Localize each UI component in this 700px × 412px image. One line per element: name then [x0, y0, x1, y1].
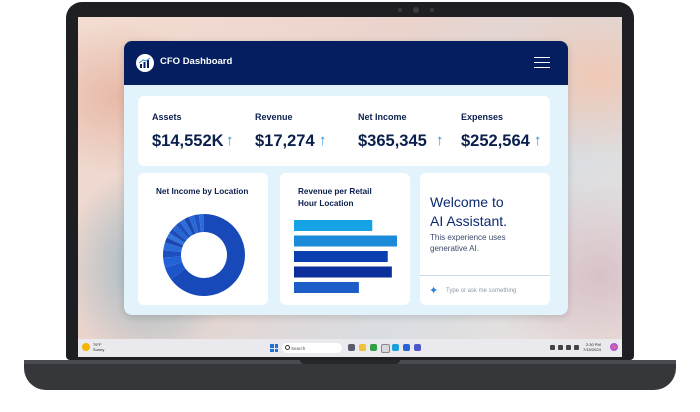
net-income-donut-chart: [163, 214, 245, 296]
edge-browser-icon[interactable]: [370, 344, 377, 351]
screen: CFO Dashboard Assets $14,552K ↑ Revenue …: [78, 17, 622, 357]
kpi-label: Assets: [152, 112, 182, 122]
kpi-value: $252,564: [461, 132, 530, 150]
ai-title-line: AI Assistant.: [430, 213, 508, 229]
kpi-expenses: Expenses $252,564 ↑: [447, 96, 550, 166]
revenue-panel: Revenue per Retail Hour Location: [280, 173, 410, 305]
revenue-bar: [294, 266, 392, 278]
donut-slice: [188, 215, 199, 234]
task-view-icon[interactable]: [348, 344, 355, 351]
kpi-card: Assets $14,552K ↑ Revenue $17,274 ↑ Net …: [138, 96, 550, 166]
hamburger-menu-icon[interactable]: [534, 57, 550, 69]
ai-prompt-placeholder: Type or ask me something: [446, 288, 517, 294]
donut-slice: [184, 216, 196, 235]
file-explorer-icon[interactable]: [359, 344, 366, 351]
kpi-net-income: Net Income $365,345 ↑: [344, 96, 447, 166]
sensor-dot: [398, 8, 402, 12]
kpi-value: $14,552K: [152, 132, 224, 150]
chevron-up-icon[interactable]: [550, 345, 555, 350]
laptop-hinge-notch: [300, 360, 400, 364]
donut-slice: [193, 214, 202, 233]
dashboard-header: CFO Dashboard: [124, 41, 568, 85]
net-income-panel: Net Income by Location: [138, 173, 268, 305]
trend-up-arrow-icon: ↑: [534, 132, 542, 149]
weather-sun-icon[interactable]: [82, 343, 90, 351]
revenue-bar: [294, 220, 373, 231]
donut-slice: [165, 237, 184, 249]
taskbar: 79°F Sunny Search 2:30 PM 7/15/2024: [78, 339, 622, 357]
kpi-revenue: Revenue $17,274 ↑: [241, 96, 344, 166]
trend-up-arrow-icon: ↑: [436, 132, 444, 149]
wifi-icon[interactable]: [558, 345, 563, 350]
kpi-value: $365,345: [358, 132, 427, 150]
outlook-icon[interactable]: [403, 344, 410, 351]
battery-icon[interactable]: [574, 345, 579, 350]
kpi-assets: Assets $14,552K ↑: [138, 96, 241, 166]
donut-slice: [163, 242, 183, 253]
kpi-value: $17,274: [255, 132, 315, 150]
taskbar-clock[interactable]: 2:30 PM 7/15/2024: [583, 342, 601, 352]
trend-up-arrow-icon: ↑: [319, 132, 327, 149]
clock-date: 7/15/2024: [583, 347, 601, 352]
trend-up-arrow-icon: ↑: [226, 132, 234, 149]
kpi-label: Net Income: [358, 112, 407, 122]
revenue-bar: [294, 235, 397, 247]
donut-slice: [172, 225, 189, 241]
laptop-base: [24, 360, 676, 390]
kpi-label: Revenue: [255, 112, 293, 122]
windows-start-icon[interactable]: [270, 344, 278, 352]
copilot-icon[interactable]: [610, 343, 618, 351]
donut-slice: [163, 256, 183, 268]
search-icon: [285, 345, 290, 350]
weather-text: 79°F Sunny: [93, 342, 104, 352]
donut-slice: [165, 261, 186, 280]
store-icon[interactable]: [381, 344, 390, 353]
ai-subtitle: This experience uses generative AI.: [430, 232, 530, 254]
revenue-bar-chart: [294, 220, 397, 293]
chart-logo-icon: [136, 54, 154, 72]
divider: [420, 275, 550, 276]
revenue-bar: [294, 251, 388, 262]
ai-title: Welcome to AI Assistant.: [430, 193, 507, 231]
speaker-icon[interactable]: [566, 345, 571, 350]
weather-condition: Sunny: [93, 347, 105, 352]
ai-title-line: Welcome to: [430, 194, 504, 210]
donut-slice: [175, 221, 191, 239]
cfo-dashboard-window: CFO Dashboard Assets $14,552K ↑ Revenue …: [124, 41, 568, 315]
revenue-bar: [294, 282, 359, 293]
ai-prompt-input[interactable]: ✦ Type or ask me something: [428, 285, 546, 299]
ai-assistant-panel: Welcome to AI Assistant. This experience…: [420, 173, 550, 305]
taskbar-search-input[interactable]: Search: [282, 343, 342, 353]
ai-subtitle-line: generative AI.: [430, 244, 479, 253]
taskbar-search-placeholder: Search: [291, 345, 306, 351]
ai-subtitle-line: This experience uses: [430, 233, 506, 242]
mail-icon[interactable]: [392, 344, 399, 351]
sparkle-icon: ✦: [429, 285, 439, 297]
kpi-label: Expenses: [461, 112, 504, 122]
sensor-dot: [430, 8, 434, 12]
donut-slice: [166, 233, 185, 246]
donut-slice: [179, 219, 194, 237]
donut-slice: [169, 228, 187, 243]
teams-icon[interactable]: [414, 344, 421, 351]
webcam: [413, 7, 419, 13]
dashboard-title: CFO Dashboard: [160, 56, 233, 67]
